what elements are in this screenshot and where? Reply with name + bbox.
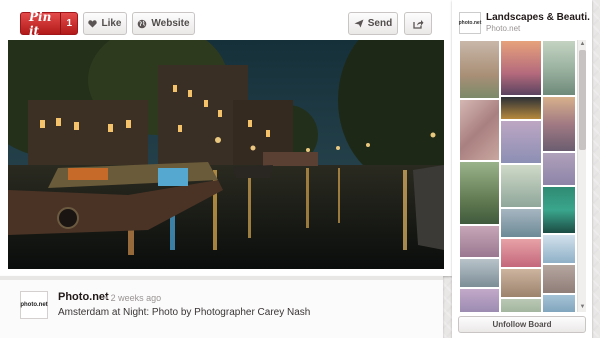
scroll-up-icon[interactable]: ▲ — [578, 40, 587, 49]
heart-icon — [88, 19, 98, 28]
board-thumbnail[interactable] — [500, 268, 542, 298]
board-thumbnail[interactable] — [542, 186, 576, 234]
amsterdam-night-canal-image — [8, 40, 444, 269]
send-icon — [354, 19, 364, 28]
send-label: Send — [367, 18, 393, 29]
board-owner-link[interactable]: Photo.net — [486, 24, 520, 33]
pin-description: Amsterdam at Night: Photo by Photographe… — [58, 307, 311, 318]
send-button[interactable]: Send — [348, 12, 398, 35]
pin-photo[interactable] — [8, 40, 444, 269]
website-button[interactable]: Website — [132, 12, 195, 35]
share-button[interactable] — [404, 12, 432, 35]
board-thumbnail[interactable] — [459, 258, 500, 288]
board-thumbnail[interactable] — [459, 288, 500, 312]
scroll-down-icon[interactable]: ▼ — [578, 303, 587, 312]
like-label: Like — [101, 18, 122, 29]
board-avatar[interactable]: photo.net — [459, 12, 481, 34]
board-thumbnail[interactable] — [500, 208, 542, 238]
board-thumbnail[interactable] — [542, 294, 576, 312]
board-thumbnail[interactable] — [459, 99, 500, 161]
card-divider — [0, 276, 443, 280]
board-thumbnail[interactable] — [500, 120, 542, 164]
pin-it-count: 1 — [60, 13, 77, 34]
website-label: Website — [151, 18, 190, 29]
board-thumbnail[interactable] — [542, 40, 576, 96]
board-thumbnail[interactable] — [500, 96, 542, 120]
board-thumbnails — [459, 40, 576, 312]
board-thumbnail[interactable] — [542, 96, 576, 152]
pin-timestamp: • 2 weeks ago — [105, 293, 162, 303]
source-name-link[interactable]: Photo.net — [58, 291, 109, 303]
board-thumbnail[interactable] — [500, 238, 542, 268]
board-title-link[interactable]: Landscapes & Beauti... — [486, 12, 590, 23]
pin-card: Pin it 1 Like Website Send — [0, 0, 452, 276]
board-thumbnail[interactable] — [500, 164, 542, 208]
source-avatar[interactable]: photo.net — [20, 291, 48, 319]
board-thumbnail[interactable] — [459, 40, 500, 99]
globe-icon — [137, 19, 147, 29]
board-thumbnail[interactable] — [542, 234, 576, 264]
unfollow-board-button[interactable]: Unfollow Board — [458, 316, 586, 333]
pin-it-label: Pin it — [29, 9, 52, 38]
scrollbar-thumb[interactable] — [579, 50, 586, 150]
board-scrollbar[interactable]: ▲ ▼ — [577, 40, 586, 312]
board-thumbnail[interactable] — [500, 298, 542, 312]
pin-it-button[interactable]: Pin it 1 — [20, 9, 78, 38]
share-icon — [412, 19, 424, 29]
board-thumbnail[interactable] — [500, 40, 542, 96]
board-thumbnail[interactable] — [542, 152, 576, 186]
board-thumbnail[interactable] — [459, 225, 500, 258]
pin-toolbar: Pin it 1 Like Website Send — [0, 0, 452, 38]
like-button[interactable]: Like — [83, 12, 127, 35]
board-thumbnail[interactable] — [459, 161, 500, 225]
board-thumbnail[interactable] — [542, 264, 576, 294]
